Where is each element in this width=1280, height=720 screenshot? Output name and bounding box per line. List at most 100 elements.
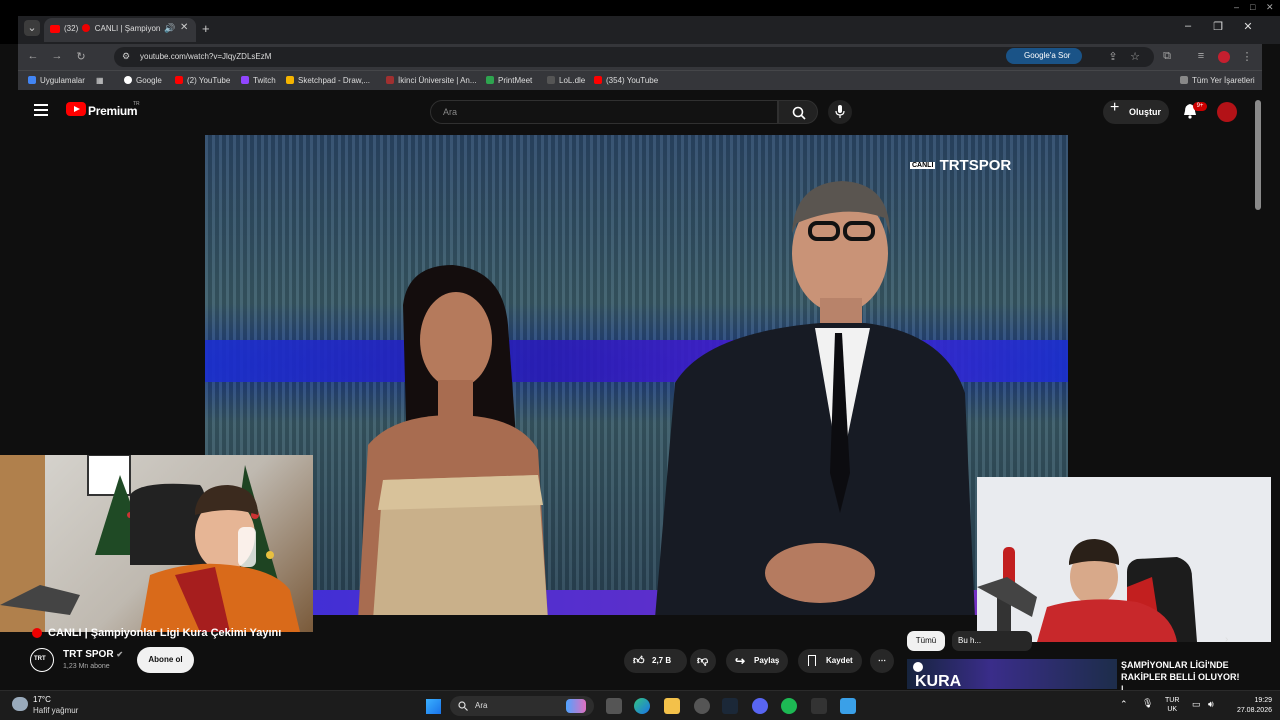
- webcam-left-scene: [0, 455, 300, 632]
- account-avatar[interactable]: [1217, 102, 1237, 122]
- file-explorer-icon[interactable]: [664, 698, 680, 714]
- menu-icon[interactable]: ⋮: [1240, 50, 1254, 63]
- streamer-webcam-left: [0, 455, 313, 632]
- share-button[interactable]: ↪ Paylaş: [726, 649, 788, 673]
- tray-overflow-icon[interactable]: ⌃: [1120, 699, 1128, 710]
- like-button[interactable]: 👍︎ 2,7 B: [624, 649, 687, 673]
- profile-avatar[interactable]: [1218, 51, 1230, 63]
- search-placeholder: Ara: [443, 107, 458, 117]
- hamburger-menu-icon[interactable]: [34, 104, 48, 118]
- recommendation-thumbnail[interactable]: KURA: [907, 659, 1117, 689]
- bookmark-icon: [808, 655, 816, 666]
- google-sor-button[interactable]: Google'a Sor: [1006, 48, 1082, 64]
- spotify-icon[interactable]: [781, 698, 797, 714]
- close-tab-icon[interactable]: ✕: [180, 22, 188, 33]
- discord-icon[interactable]: [752, 698, 768, 714]
- voice-search-button[interactable]: [828, 100, 852, 124]
- chrome-icon[interactable]: [694, 698, 710, 714]
- epic-games-icon[interactable]: [811, 698, 827, 714]
- taskbar-search[interactable]: Ara: [450, 696, 594, 716]
- grid-icon[interactable]: ▦: [96, 76, 104, 85]
- premium-logo-text[interactable]: Premium: [88, 104, 138, 118]
- bookmark-twitch[interactable]: Twitch: [241, 76, 276, 85]
- loldle-icon: [547, 76, 555, 84]
- outer-minimize-icon[interactable]: –: [1234, 2, 1239, 12]
- streamer-webcam-right: [977, 477, 1271, 642]
- university-icon: [386, 76, 394, 84]
- male-presenter: [655, 181, 975, 615]
- new-tab-icon[interactable]: +: [202, 21, 210, 36]
- maximize-icon[interactable]: ❐: [1208, 20, 1228, 33]
- address-bar[interactable]: ⚙ youtube.com/watch?v=JlqyZDLsEzM: [114, 47, 1154, 67]
- bookmark-university[interactable]: İkinci Üniversite | An...: [386, 76, 477, 85]
- recording-dot-icon: [82, 24, 91, 32]
- page-scrollbar[interactable]: [1255, 100, 1261, 210]
- chip-next-icon[interactable]: ›: [1225, 634, 1228, 645]
- dislike-button[interactable]: 👎︎: [690, 649, 716, 673]
- search-input[interactable]: Ara: [430, 100, 778, 124]
- plus-icon: +: [1110, 99, 1120, 116]
- search-button[interactable]: [778, 100, 818, 124]
- media-icon[interactable]: ≡: [1194, 50, 1208, 62]
- close-window-icon[interactable]: ✕: [1238, 20, 1258, 33]
- tab-count: (32): [64, 24, 79, 33]
- notification-badge: 9+: [1193, 102, 1207, 111]
- weather-icon[interactable]: [12, 697, 28, 711]
- bookmark-youtube-354[interactable]: (354) YouTube: [594, 76, 658, 85]
- youtube-logo-icon[interactable]: [66, 102, 86, 116]
- sketchpad-icon: [286, 76, 294, 84]
- volume-icon[interactable]: 🔊︎: [1208, 699, 1214, 710]
- all-bookmarks[interactable]: Tüm Yer İşaretleri: [1180, 76, 1255, 85]
- tab-title: CANLI | Şampiyon...: [94, 24, 160, 33]
- youtube-header: Premium TR Ara Oluştur + 9+: [18, 90, 1262, 134]
- verified-icon: ✔: [116, 650, 124, 659]
- language-indicator[interactable]: TUR UK: [1165, 696, 1179, 714]
- chip-this-week[interactable]: Bu h...: [952, 631, 1032, 651]
- steam-icon[interactable]: [722, 698, 738, 714]
- site-info-icon[interactable]: ⚙: [122, 51, 130, 62]
- bookmark-sketchpad[interactable]: Sketchpad - Draw,...: [286, 76, 370, 85]
- save-button[interactable]: Kaydet: [798, 649, 862, 673]
- bookmark-google[interactable]: Google: [124, 76, 162, 85]
- bookmark-apps[interactable]: Uygulamalar: [28, 76, 85, 85]
- outer-maximize-icon[interactable]: □: [1250, 2, 1255, 12]
- task-view-icon[interactable]: [606, 698, 622, 714]
- mic-tray-icon[interactable]: 🎙︎: [1142, 698, 1153, 709]
- network-icon[interactable]: ▭: [1192, 699, 1201, 710]
- audio-icon[interactable]: 🔊: [164, 23, 175, 34]
- weather-description: Hafif yağmur: [33, 706, 79, 715]
- back-icon[interactable]: ←: [26, 50, 40, 62]
- bookmark-youtube[interactable]: (2) YouTube: [175, 76, 230, 85]
- search-highlight-icon: [566, 699, 586, 713]
- extensions-icon[interactable]: ⧉: [1160, 50, 1174, 63]
- channel-avatar[interactable]: TRT: [30, 648, 54, 672]
- tab-search-icon[interactable]: ⌄: [24, 20, 40, 36]
- notepad-icon[interactable]: [840, 698, 856, 714]
- system-clock[interactable]: 19:29 27.08.2026: [1230, 696, 1272, 716]
- thumbs-up-icon: 👍︎: [633, 655, 645, 667]
- subscribe-button[interactable]: Abone ol: [137, 647, 194, 673]
- channel-name[interactable]: TRT SPOR ✔: [63, 649, 123, 660]
- install-app-icon[interactable]: ⇪: [1106, 50, 1120, 63]
- reload-icon[interactable]: ↻: [74, 50, 88, 63]
- thumbnail-logo-icon: [913, 662, 923, 672]
- start-icon[interactable]: [426, 699, 441, 714]
- thumbnail-text: KURA: [915, 673, 962, 689]
- forward-icon[interactable]: →: [50, 50, 64, 62]
- bookmark-star-icon[interactable]: ☆: [1128, 50, 1142, 63]
- chip-all[interactable]: Tümü: [907, 631, 945, 651]
- more-actions-button[interactable]: ⋯: [870, 649, 894, 673]
- like-count: 2,7 B: [652, 656, 672, 665]
- thumbs-down-icon: 👎︎: [697, 655, 709, 667]
- bookmark-loldle[interactable]: LoL.dle: [547, 76, 585, 85]
- outer-close-icon[interactable]: ✕: [1266, 2, 1274, 13]
- active-tab[interactable]: (32) CANLI | Şampiyon... 🔊 ✕: [44, 18, 196, 42]
- microphone-icon: [835, 105, 845, 118]
- bookmark-printmeet[interactable]: PrintMeet: [486, 76, 532, 85]
- edge-icon[interactable]: [634, 698, 650, 714]
- taskbar-search-label: Ara: [475, 701, 488, 710]
- video-player[interactable]: CANLI TRTSPOR: [205, 135, 1068, 615]
- printmeet-icon: [486, 76, 494, 84]
- google-icon: [124, 76, 132, 84]
- minimize-icon[interactable]: –: [1178, 20, 1198, 32]
